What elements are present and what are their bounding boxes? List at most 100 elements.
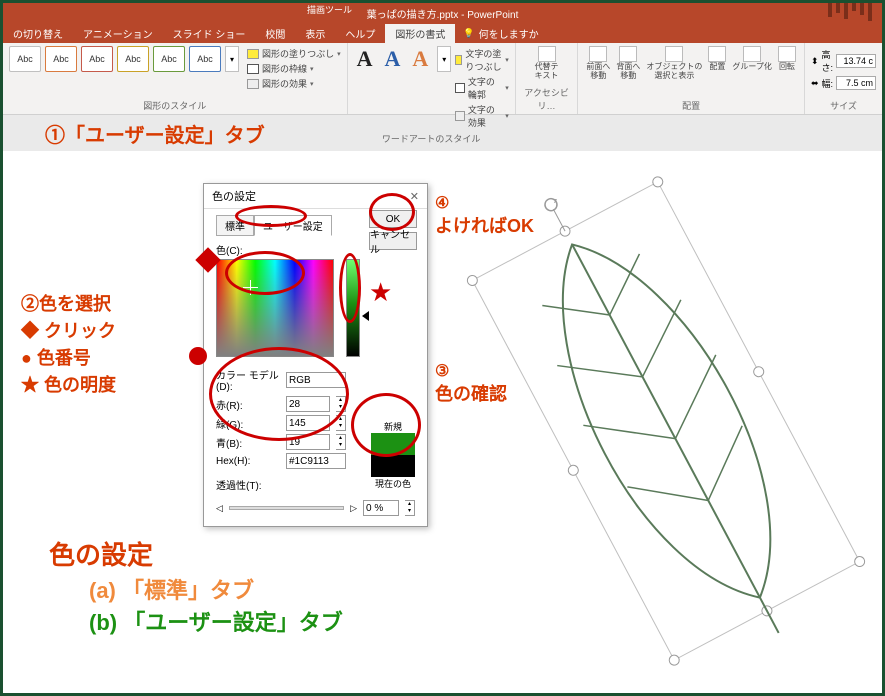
annotation-bottom-title: 色の設定 bbox=[49, 535, 153, 572]
red-input[interactable] bbox=[286, 396, 330, 412]
send-backward-label: 背面へ 移動 bbox=[616, 63, 640, 81]
blue-input[interactable] bbox=[286, 434, 330, 450]
green-label: 緑(G): bbox=[216, 416, 280, 431]
dialog-titlebar[interactable]: 色の設定 ✕ bbox=[204, 184, 427, 209]
outline-icon bbox=[455, 83, 465, 93]
transparency-slider[interactable] bbox=[229, 506, 344, 510]
tab-help[interactable]: ヘルプ bbox=[335, 24, 385, 43]
tab-animation[interactable]: アニメーション bbox=[73, 24, 163, 43]
tab-shape-format[interactable]: 図形の書式 bbox=[385, 24, 455, 43]
bring-forward-button[interactable]: 前面へ 移動 bbox=[584, 46, 612, 81]
annotation-step-3: ③ 色の確認 bbox=[435, 361, 507, 408]
ribbon: Abc Abc Abc Abc Abc Abc ▾ 図形の塗りつぶし▾ 図形の枠… bbox=[3, 43, 882, 115]
color-model-select[interactable] bbox=[286, 372, 346, 388]
current-label: 現在の色 bbox=[371, 477, 415, 490]
tell-me[interactable]: 何をしますか bbox=[455, 24, 546, 43]
text-fill-button[interactable]: 文字の塗りつぶし▾ bbox=[455, 46, 508, 74]
text-outline-button[interactable]: 文字の輪郭▾ bbox=[455, 74, 508, 102]
annotation-option-a: (a) 「標準」タブ bbox=[89, 573, 254, 605]
luminance-pointer[interactable] bbox=[362, 311, 369, 321]
text-effects-button[interactable]: 文字の効果▾ bbox=[455, 102, 508, 130]
transparency-input[interactable] bbox=[363, 500, 399, 516]
effects-icon bbox=[455, 111, 465, 121]
group-label-accessibility: アクセシビリ… bbox=[522, 86, 572, 112]
align-icon bbox=[708, 46, 726, 62]
close-icon[interactable]: ✕ bbox=[410, 190, 419, 203]
rotate-label: 回転 bbox=[779, 63, 795, 72]
width-input[interactable] bbox=[836, 76, 876, 90]
window-title: 葉っぱの描き方.pptx - PowerPoint bbox=[367, 6, 519, 21]
title-bar: 描画ツール 葉っぱの描き方.pptx - PowerPoint bbox=[3, 3, 882, 23]
shape-effects-button[interactable]: 図形の効果▾ bbox=[247, 76, 341, 91]
gallery-more-icon[interactable]: ▾ bbox=[437, 46, 451, 72]
fill-icon bbox=[247, 49, 259, 59]
color-spectrum[interactable] bbox=[216, 259, 334, 357]
height-input[interactable] bbox=[836, 54, 876, 68]
shape-outline-button[interactable]: 図形の枠線▾ bbox=[247, 61, 341, 76]
tab-review[interactable]: 校閲 bbox=[255, 24, 295, 43]
shape-style-gallery[interactable]: Abc Abc Abc Abc Abc Abc ▾ 図形の塗りつぶし▾ 図形の枠… bbox=[9, 46, 341, 91]
group-button[interactable]: グループ化 bbox=[730, 46, 774, 81]
red-spinner[interactable]: ▴▾ bbox=[336, 396, 346, 412]
wordart-gallery[interactable]: A A A ▾ bbox=[354, 46, 452, 72]
rotate-icon bbox=[778, 46, 796, 62]
wordart-preset[interactable]: A bbox=[354, 46, 376, 72]
width-icon: ⬌ bbox=[811, 78, 819, 89]
alt-text-icon bbox=[538, 46, 556, 62]
annotation-step-2: ②色を選択 ◆ クリック ● 色番号 ★ 色の明度 bbox=[21, 291, 116, 399]
mark-star: ★ bbox=[369, 279, 392, 305]
send-backward-button[interactable]: 背面へ 移動 bbox=[614, 46, 642, 81]
hex-label: Hex(H): bbox=[216, 456, 280, 467]
tab-standard[interactable]: 標準 bbox=[216, 215, 254, 236]
hex-input[interactable] bbox=[286, 453, 346, 469]
green-spinner[interactable]: ▴▾ bbox=[336, 415, 346, 431]
align-button[interactable]: 配置 bbox=[706, 46, 728, 81]
new-color-swatch bbox=[371, 433, 415, 455]
group-label-arrange: 配置 bbox=[584, 99, 798, 112]
gallery-more-icon[interactable]: ▾ bbox=[225, 46, 239, 72]
green-input[interactable] bbox=[286, 415, 330, 431]
mark-dot bbox=[189, 347, 207, 365]
style-preset[interactable]: Abc bbox=[153, 46, 185, 72]
effects-icon bbox=[247, 79, 259, 89]
wordart-preset[interactable]: A bbox=[409, 46, 431, 72]
send-backward-icon bbox=[619, 46, 637, 62]
group-label-size: サイズ bbox=[811, 99, 876, 112]
style-preset[interactable]: Abc bbox=[81, 46, 113, 72]
tab-custom[interactable]: ユーザー設定 bbox=[254, 215, 332, 236]
title-decoration bbox=[828, 3, 874, 21]
outline-icon bbox=[247, 64, 259, 74]
slide-canvas[interactable]: 色の設定 ✕ 標準 ユーザー設定 OK キャンセル 色(C): カラー モデル(… bbox=[3, 151, 882, 693]
transparency-spinner[interactable]: ▴▾ bbox=[405, 500, 415, 516]
shape-fill-button[interactable]: 図形の塗りつぶし▾ bbox=[247, 46, 341, 61]
tab-transition[interactable]: の切り替え bbox=[3, 24, 73, 43]
selection-pane-button[interactable]: オブジェクトの 選択と表示 bbox=[644, 46, 704, 81]
ribbon-tab-strip: の切り替え アニメーション スライド ショー 校閲 表示 ヘルプ 図形の書式 何… bbox=[3, 23, 882, 43]
color-model-label: カラー モデル(D): bbox=[216, 367, 280, 393]
annotation-step-4: ④ よければOK bbox=[435, 193, 534, 240]
wordart-preset[interactable]: A bbox=[382, 46, 404, 72]
annotation-option-b: (b) 「ユーザー設定」タブ bbox=[89, 605, 343, 637]
current-color-swatch bbox=[371, 455, 415, 477]
style-preset[interactable]: Abc bbox=[189, 46, 221, 72]
tab-view[interactable]: 表示 bbox=[295, 24, 335, 43]
dialog-title: 色の設定 bbox=[212, 188, 256, 204]
color-dialog[interactable]: 色の設定 ✕ 標準 ユーザー設定 OK キャンセル 色(C): カラー モデル(… bbox=[203, 183, 428, 527]
blue-spinner[interactable]: ▴▾ bbox=[336, 434, 346, 450]
cancel-button[interactable]: キャンセル bbox=[369, 232, 417, 250]
width-row: ⬌ 幅: bbox=[811, 76, 876, 90]
tell-me-label: 何をしますか bbox=[479, 26, 539, 41]
style-preset[interactable]: Abc bbox=[117, 46, 149, 72]
rotate-button[interactable]: 回転 bbox=[776, 46, 798, 81]
style-preset[interactable]: Abc bbox=[9, 46, 41, 72]
style-preset[interactable]: Abc bbox=[45, 46, 77, 72]
bulb-icon bbox=[463, 28, 474, 39]
tab-slideshow[interactable]: スライド ショー bbox=[163, 24, 256, 43]
spectrum-cursor[interactable] bbox=[245, 282, 256, 293]
luminance-slider[interactable] bbox=[346, 259, 360, 357]
height-label: 高さ: bbox=[821, 48, 833, 74]
color-preview: 新規 現在の色 bbox=[371, 420, 415, 490]
text-effects-label: 文字の効果 bbox=[468, 103, 502, 129]
red-label: 赤(R): bbox=[216, 397, 280, 412]
alt-text-button[interactable]: 代替テ キスト bbox=[522, 46, 572, 81]
